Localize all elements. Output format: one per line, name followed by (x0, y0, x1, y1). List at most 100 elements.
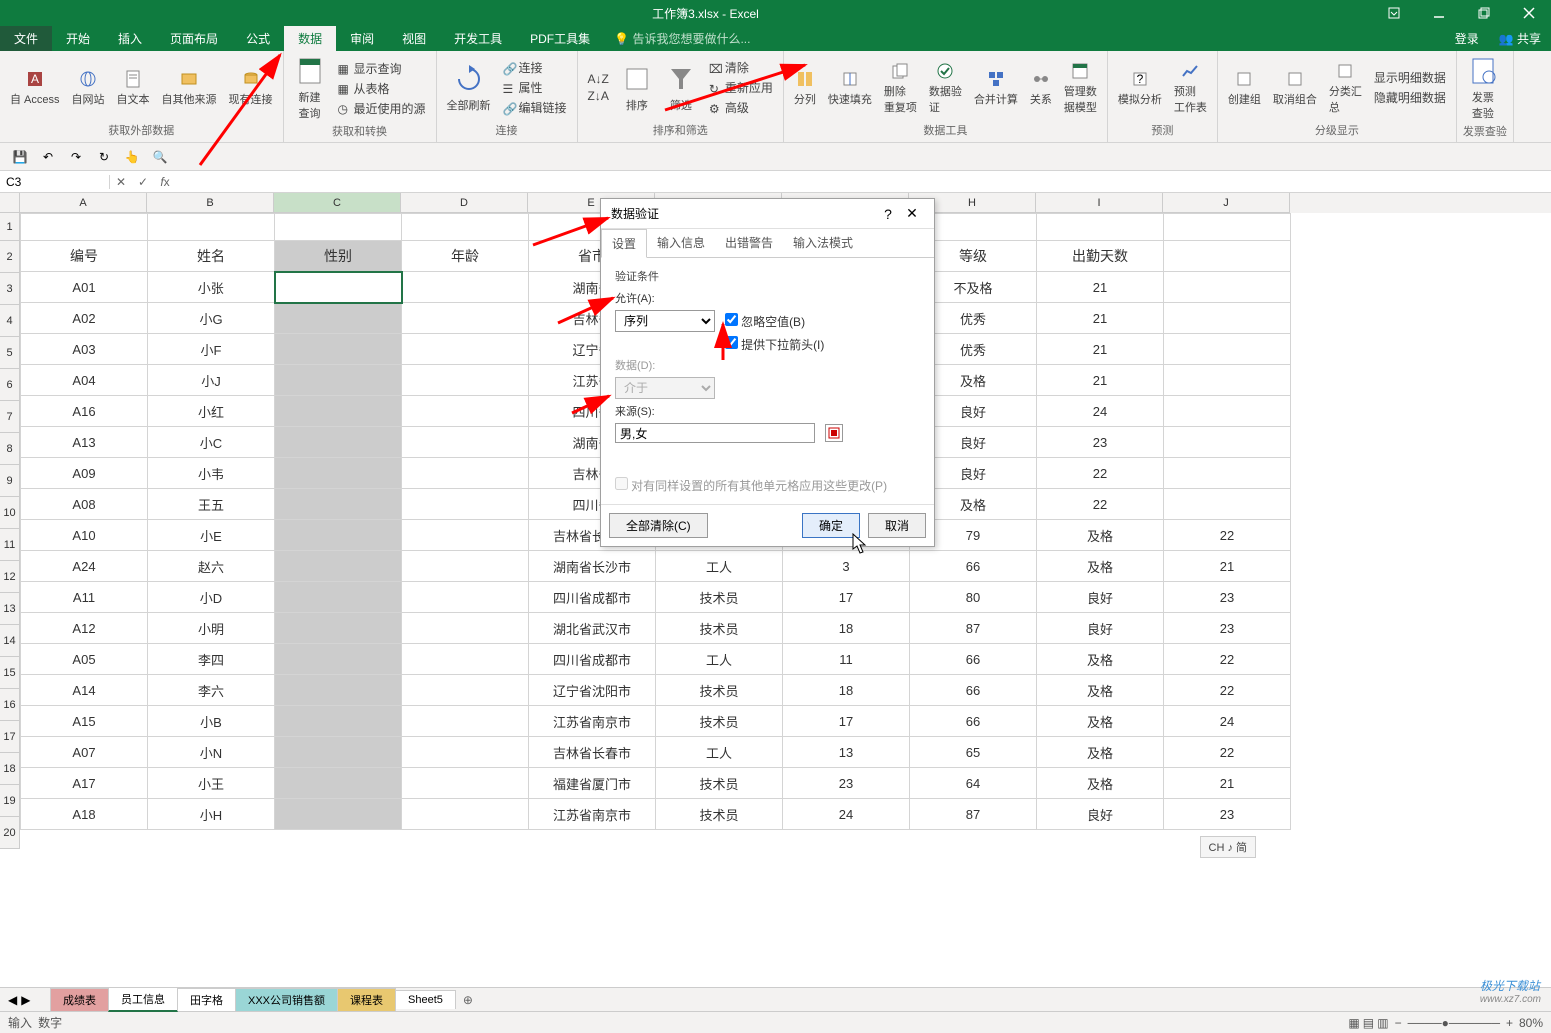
next-sheet-icon[interactable]: ▶ (21, 993, 30, 1007)
cell[interactable]: 21 (1037, 272, 1164, 303)
login-link[interactable]: 登录 (1445, 26, 1489, 51)
cell[interactable]: 18 (783, 675, 910, 706)
reapply-button[interactable]: ↻重新应用 (705, 78, 777, 97)
tab-view[interactable]: 视图 (388, 26, 440, 51)
cell[interactable]: 23 (1164, 613, 1291, 644)
cell[interactable] (402, 489, 529, 520)
view-pagebreak-icon[interactable]: ▥ (1377, 1016, 1388, 1030)
cell[interactable] (275, 489, 402, 520)
dropdown-checkbox[interactable]: 提供下拉箭头(I) (725, 336, 824, 353)
whatif-button[interactable]: ?模拟分析 (1114, 67, 1166, 109)
connections-button[interactable]: 🔗连接 (499, 58, 571, 77)
row-header[interactable]: 18 (0, 753, 20, 785)
cell[interactable]: A07 (21, 737, 148, 768)
cell[interactable]: 21 (1037, 334, 1164, 365)
view-normal-icon[interactable]: ▦ (1348, 1016, 1359, 1030)
cell[interactable]: 小王 (148, 768, 275, 799)
close-icon[interactable] (1506, 0, 1551, 26)
cell[interactable]: 良好 (1037, 613, 1164, 644)
tab-insert[interactable]: 插入 (104, 26, 156, 51)
range-picker-icon[interactable] (825, 424, 843, 442)
column-header[interactable]: I (1036, 193, 1163, 213)
cell[interactable]: 江苏省南京市 (529, 706, 656, 737)
cell[interactable]: 87 (910, 799, 1037, 830)
cell[interactable]: 四川省成都市 (529, 644, 656, 675)
edit-links-button[interactable]: 🔗编辑链接 (499, 98, 571, 117)
cell[interactable]: 及格 (1037, 520, 1164, 551)
cell[interactable]: A12 (21, 613, 148, 644)
subtotal-button[interactable]: 分类汇 总 (1325, 59, 1366, 117)
cell[interactable]: 18 (783, 613, 910, 644)
row-header[interactable]: 5 (0, 337, 20, 369)
text-to-columns-button[interactable]: 分列 (790, 67, 820, 109)
sort-za-button[interactable]: Z↓A (584, 88, 613, 104)
cell[interactable]: 小H (148, 799, 275, 830)
cell[interactable]: 李四 (148, 644, 275, 675)
apply-all-checkbox[interactable]: 对有同样设置的所有其他单元格应用这些更改(P) (615, 481, 887, 493)
cell[interactable] (402, 613, 529, 644)
redo-icon[interactable]: ↷ (66, 147, 86, 167)
cell[interactable] (402, 799, 529, 830)
data-model-button[interactable]: 管理数 据模型 (1060, 59, 1101, 117)
cell[interactable] (275, 520, 402, 551)
cell[interactable]: 湖北省武汉市 (529, 613, 656, 644)
name-box[interactable] (0, 175, 110, 189)
allow-select[interactable]: 序列 (615, 310, 715, 332)
dialog-tab-error[interactable]: 出错警告 (715, 229, 783, 257)
share-button[interactable]: 👥 共享 (1489, 26, 1551, 51)
tab-data[interactable]: 数据 (284, 26, 336, 51)
cell[interactable]: A18 (21, 799, 148, 830)
row-header[interactable]: 3 (0, 273, 20, 305)
cell[interactable] (275, 737, 402, 768)
tab-file[interactable]: 文件 (0, 26, 52, 51)
row-header[interactable]: 20 (0, 817, 20, 849)
source-input[interactable] (615, 423, 815, 443)
cell[interactable]: 23 (783, 768, 910, 799)
show-detail-button[interactable]: 显示明细数据 (1370, 68, 1450, 87)
row-header[interactable]: 1 (0, 213, 20, 241)
invoice-check-button[interactable]: 发票 查验 (1463, 53, 1503, 123)
row-header[interactable]: 2 (0, 241, 20, 273)
column-header[interactable]: D (401, 193, 528, 213)
column-header[interactable]: C (274, 193, 401, 213)
save-icon[interactable]: 💾 (10, 147, 30, 167)
clear-filter-button[interactable]: ⌧清除 (705, 58, 777, 77)
cell[interactable]: A14 (21, 675, 148, 706)
cancel-formula-icon[interactable]: ✕ (110, 175, 132, 189)
cell[interactable] (402, 334, 529, 365)
cell[interactable]: 及格 (1037, 551, 1164, 582)
cell[interactable]: 21 (1164, 768, 1291, 799)
group-button[interactable]: 创建组 (1224, 67, 1265, 109)
cell[interactable]: 22 (1164, 644, 1291, 675)
tab-layout[interactable]: 页面布局 (156, 26, 232, 51)
from-text-button[interactable]: 自文本 (113, 67, 154, 109)
cell[interactable]: 辽宁省沈阳市 (529, 675, 656, 706)
ignore-blank-checkbox[interactable]: 忽略空值(B) (725, 313, 805, 330)
header-cell[interactable]: 出勤天数 (1037, 241, 1164, 272)
cell[interactable]: 工人 (656, 551, 783, 582)
tab-formula[interactable]: 公式 (232, 26, 284, 51)
cell[interactable]: 技术员 (656, 768, 783, 799)
cell[interactable]: A13 (21, 427, 148, 458)
column-header[interactable]: J (1163, 193, 1290, 213)
cell[interactable] (275, 644, 402, 675)
header-cell[interactable]: 性别 (275, 241, 402, 272)
row-header[interactable]: 9 (0, 465, 20, 497)
sheet-tab[interactable]: 田字格 (177, 988, 236, 1011)
prev-sheet-icon[interactable]: ◀ (8, 993, 17, 1007)
cell[interactable]: 21 (1037, 303, 1164, 334)
tab-dev[interactable]: 开发工具 (440, 26, 516, 51)
column-header[interactable]: B (147, 193, 274, 213)
cell[interactable]: 23 (1037, 427, 1164, 458)
cell[interactable] (275, 427, 402, 458)
tab-pdf[interactable]: PDF工具集 (516, 26, 604, 51)
sheet-tab[interactable]: 员工信息 (108, 987, 178, 1012)
cell[interactable]: 22 (1164, 520, 1291, 551)
cell[interactable]: 24 (1037, 396, 1164, 427)
row-header[interactable]: 8 (0, 433, 20, 465)
cell[interactable]: 及格 (1037, 768, 1164, 799)
remove-duplicates-button[interactable]: 删除 重复项 (880, 59, 921, 117)
row-header[interactable]: 4 (0, 305, 20, 337)
properties-button[interactable]: ☰属性 (499, 78, 571, 97)
cell[interactable]: A24 (21, 551, 148, 582)
